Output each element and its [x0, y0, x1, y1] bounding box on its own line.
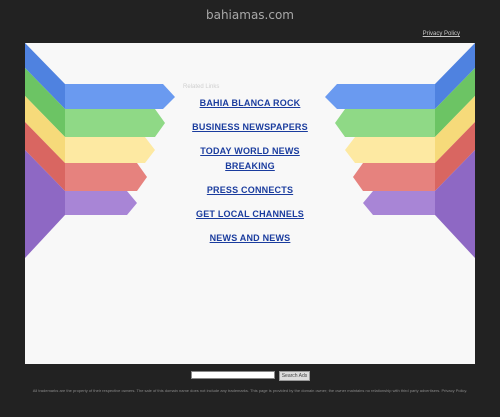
site-title: bahiamas.com [205, 8, 294, 22]
left-stripe-purple [65, 191, 137, 215]
search-input[interactable] [191, 371, 275, 379]
link-news-and-news[interactable]: NEWS AND NEWS [175, 232, 325, 244]
privacy-policy-link[interactable]: Privacy Policy [423, 31, 460, 37]
right-stripe-red [353, 163, 435, 191]
right-stripe-purple [363, 191, 435, 215]
footer-disclaimer: All trademarks are the property of their… [32, 388, 468, 393]
related-links-list: BAHIA BLANCA ROCK BUSINESS NEWSPAPERS TO… [175, 97, 325, 244]
related-links-label: Related Links [183, 84, 220, 90]
right-stripe-blue [325, 84, 435, 109]
right-stripe-yellow [345, 137, 435, 163]
content-panel: Related Links BAHIA BLANCA ROCK BUSINESS… [25, 43, 475, 364]
left-stripe-yellow [65, 137, 155, 163]
link-breaking[interactable]: BREAKING [175, 160, 325, 172]
left-stripe-green [65, 109, 165, 137]
right-stripe-green [335, 109, 435, 137]
search-button[interactable]: Search Ads [279, 371, 310, 381]
link-business-newspapers[interactable]: BUSINESS NEWSPAPERS [175, 121, 325, 133]
left-stripe-blue [65, 84, 175, 109]
left-stripe-red [65, 163, 147, 191]
link-press-connects[interactable]: PRESS CONNECTS [175, 184, 325, 196]
link-get-local-channels[interactable]: GET LOCAL CHANNELS [175, 208, 325, 220]
link-bahia-blanca-rock[interactable]: BAHIA BLANCA ROCK [175, 97, 325, 109]
link-today-world-news[interactable]: TODAY WORLD NEWS [175, 145, 325, 157]
